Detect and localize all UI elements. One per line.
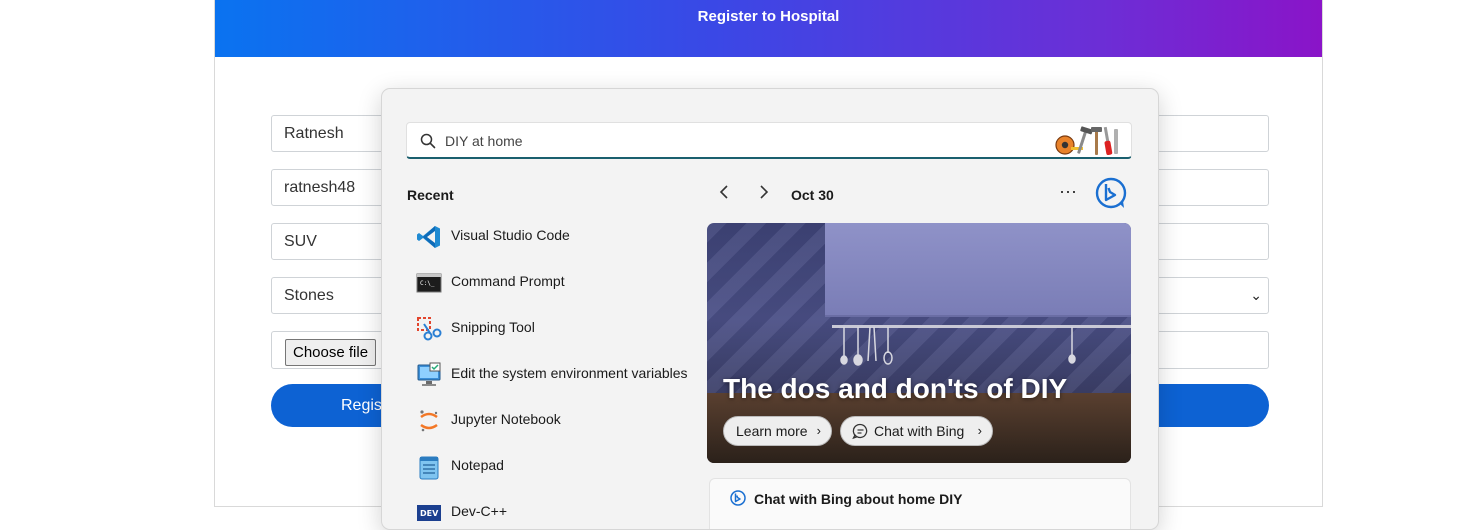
registration-title: Register to Hospital [697,8,840,25]
recent-app-vscode[interactable]: Visual Studio Code [412,216,712,256]
app-label: Jupyter Notebook [451,411,561,427]
chevron-left-icon [719,185,728,199]
next-button[interactable] [752,183,776,207]
recent-app-devcpp[interactable]: DEV Dev-C++ [412,492,712,529]
chat-bubble-icon [852,423,868,440]
chat-with-bing-button[interactable]: Chat with Bing › [840,416,993,446]
system-properties-icon [416,362,442,388]
ellipsis-icon: ⋯ [1059,182,1078,202]
bing-icon [729,489,747,512]
search-icon [420,133,436,154]
search-input[interactable]: DIY at home [406,122,1132,159]
learn-more-button[interactable]: Learn more › [723,416,832,446]
recent-app-command-prompt[interactable]: C:\_ Command Prompt [412,262,712,302]
username-value: ratnesh48 [284,179,356,196]
recent-app-jupyter[interactable]: Jupyter Notebook [412,400,712,440]
hero-title: The dos and don'ts of DIY [723,373,1068,404]
search-query: DIY at home [445,133,523,149]
app-label: Visual Studio Code [451,227,570,243]
chevron-down-icon: ⌄ [1250,287,1262,303]
bing-icon [1095,177,1127,209]
svg-text:C:\_: C:\_ [420,280,435,287]
recent-heading: Recent [407,187,454,203]
learn-more-label: Learn more [736,423,808,439]
register-button-label: Regist [341,397,387,414]
recent-app-snipping-tool[interactable]: Snipping Tool [412,308,712,348]
more-options-button[interactable]: ⋯ [1059,182,1078,203]
hero-cabinet-image [825,223,1131,317]
first-name-value: Ratnesh [284,125,344,142]
jupyter-icon [416,408,442,434]
devcpp-icon: DEV [416,500,442,526]
app-label: Snipping Tool [451,319,535,335]
bing-button[interactable] [1093,175,1129,211]
app-label: Edit the system environment variables [451,365,688,381]
kitchen-utensils-image [840,327,1076,366]
chevron-right-icon: › [816,423,821,438]
hero-card[interactable]: The dos and don'ts of DIY Learn more › C… [707,223,1131,463]
notepad-icon [416,454,442,480]
vehicle-value: SUV [284,233,317,250]
registration-header: Register to Hospital [215,0,1322,57]
chevron-right-icon [760,185,769,199]
recent-app-environment-variables[interactable]: Edit the system environment variables [412,354,712,394]
option-select-value: Stones [284,287,334,304]
bing-chat-card[interactable]: Chat with Bing about home DIY [709,478,1131,529]
search-flyout: DIY at home Recent Visual Studio Code C:… [381,88,1159,530]
app-label: Dev-C++ [451,503,508,519]
diy-tools-icon [1051,125,1125,163]
app-label: Command Prompt [451,273,565,289]
recent-app-notepad[interactable]: Notepad [412,446,712,486]
choose-file-button[interactable]: Choose file [285,339,377,366]
chat-with-bing-label: Chat with Bing [874,423,965,439]
date-label: Oct 30 [791,187,834,203]
vscode-icon [416,224,442,250]
bing-chat-card-title: Chat with Bing about home DIY [754,491,963,507]
command-prompt-icon: C:\_ [416,270,442,296]
previous-button[interactable] [712,183,736,207]
app-label: Notepad [451,457,504,473]
chevron-right-icon: › [977,423,982,438]
snipping-tool-icon [416,316,442,342]
